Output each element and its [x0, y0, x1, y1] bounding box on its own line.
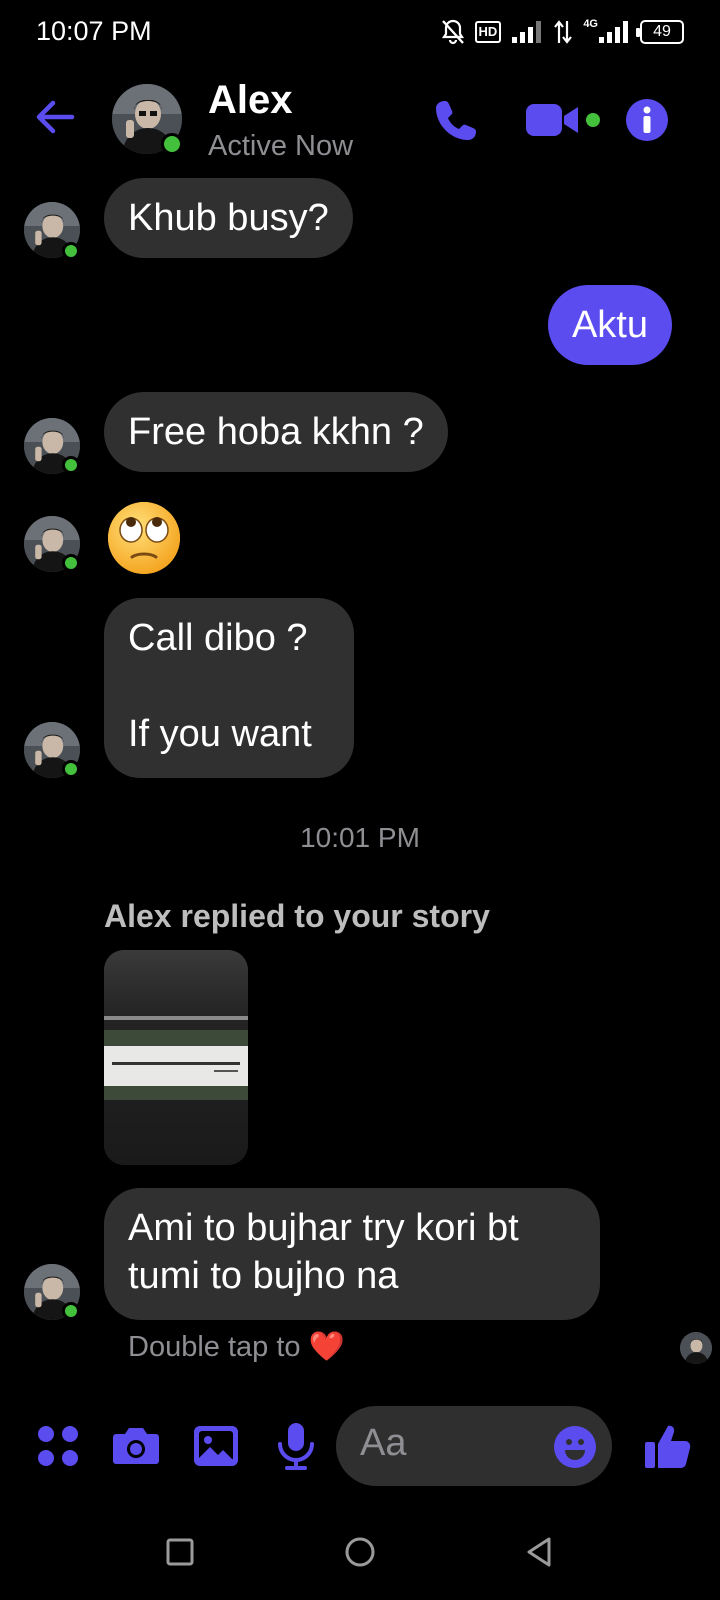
eye-roll-emoji[interactable] — [106, 500, 182, 576]
online-indicator — [62, 456, 80, 474]
recent-apps-icon[interactable] — [160, 1532, 200, 1572]
home-icon[interactable] — [340, 1532, 380, 1572]
online-indicator — [161, 133, 183, 155]
signal-icon — [512, 21, 542, 43]
contact-status: Active Now — [208, 130, 354, 162]
mute-bell-icon — [441, 19, 464, 45]
contact-name[interactable]: Alex — [208, 78, 293, 123]
apps-grid-icon[interactable] — [32, 1420, 84, 1472]
message-input-field[interactable] — [336, 1406, 612, 1486]
phone-icon[interactable] — [432, 96, 480, 144]
seen-receipt-avatar — [680, 1332, 712, 1364]
avatar-image — [680, 1332, 712, 1364]
message-input[interactable] — [360, 1422, 540, 1465]
camera-icon[interactable] — [110, 1420, 162, 1472]
online-indicator — [62, 1302, 80, 1320]
microphone-icon[interactable] — [270, 1420, 322, 1472]
video-camera-icon[interactable] — [526, 100, 584, 140]
online-indicator — [62, 242, 80, 260]
message-line: Call dibo ? — [128, 617, 308, 659]
story-reply-label: Alex replied to your story — [104, 898, 490, 934]
emoji-icon[interactable] — [554, 1426, 596, 1468]
emoji-face — [565, 1439, 585, 1460]
status-time: 10:07 PM — [36, 16, 152, 46]
heart-icon: ❤️ — [308, 1331, 345, 1363]
message-line: tumi to bujho na — [128, 1255, 399, 1297]
back-nav-icon[interactable] — [520, 1532, 560, 1572]
data-transfer-icon — [554, 20, 573, 44]
double-tap-hint: Double tap to ❤️ — [128, 1330, 345, 1364]
network-type-label: 4G — [583, 18, 598, 30]
online-indicator — [62, 554, 80, 572]
online-indicator — [62, 760, 80, 778]
signal-icon-2 — [599, 21, 628, 43]
info-icon[interactable] — [626, 99, 668, 141]
back-arrow-icon[interactable] — [34, 96, 76, 138]
message-bubble-incoming[interactable]: Free hoba kkhn ? — [104, 392, 448, 472]
message-bubble-incoming[interactable]: Ami to bujhar try kori bt tumi to bujho … — [104, 1188, 600, 1320]
double-tap-text: Double tap to — [128, 1331, 301, 1363]
hd-voice-badge: HD — [474, 21, 502, 43]
message-bubble-incoming[interactable]: Call dibo ? If you want — [104, 598, 354, 778]
gallery-icon[interactable] — [190, 1420, 242, 1472]
video-active-dot — [586, 113, 600, 127]
info-glyph — [643, 106, 651, 133]
message-line: If you want — [128, 713, 312, 755]
message-bubble-incoming[interactable]: Khub busy? — [104, 178, 353, 258]
message-bubble-outgoing[interactable]: Aktu — [547, 285, 672, 365]
status-icons: HD 4G 49 — [441, 18, 684, 46]
story-thumbnail[interactable] — [104, 950, 248, 1165]
story-image — [104, 950, 248, 1165]
battery-indicator: 49 — [636, 20, 684, 44]
message-timestamp: 10:01 PM — [300, 822, 420, 853]
message-line: Ami to bujhar try kori bt — [128, 1207, 519, 1249]
thumbs-up-icon[interactable] — [642, 1420, 694, 1472]
